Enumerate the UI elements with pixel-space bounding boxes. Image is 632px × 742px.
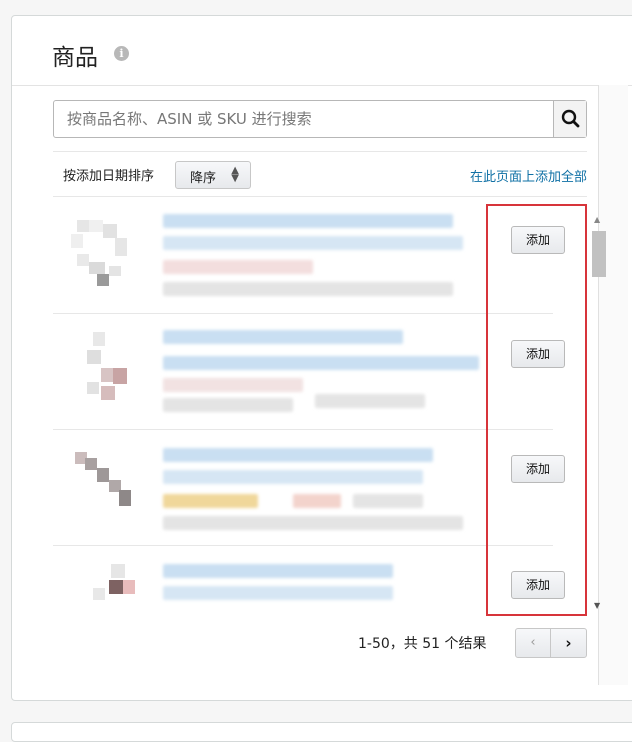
sort-bar: 按添加日期排序 降序 ▲ ▼ 在此页面上添加全部 (53, 151, 587, 197)
product-meta-blurred (163, 260, 313, 274)
add-buttons-highlight-box (486, 204, 587, 616)
product-row (53, 546, 553, 608)
info-icon[interactable]: i (114, 46, 129, 61)
product-title-blurred (163, 330, 403, 344)
list-scrollbar[interactable]: ▲ ▼ (591, 215, 607, 615)
next-section-card (11, 722, 632, 742)
product-title-blurred (163, 236, 463, 250)
scroll-up-arrow-icon[interactable]: ▲ (594, 215, 600, 224)
page-title: 商品 (52, 45, 98, 71)
search-box (53, 100, 587, 138)
pagination-summary: 1-50，共 51 个结果 (358, 636, 487, 652)
product-thumbnail (71, 220, 127, 286)
product-meta-blurred (163, 516, 463, 530)
product-row (53, 430, 553, 546)
product-meta-blurred (315, 394, 425, 408)
previous-page-button[interactable]: ‹ (516, 629, 551, 657)
product-title-blurred (163, 448, 433, 462)
product-meta-blurred (163, 282, 453, 296)
product-meta-blurred (163, 398, 293, 412)
sort-order-value: 降序 (190, 171, 217, 186)
pagination-controls: ‹ › (515, 628, 587, 658)
product-title-blurred (163, 356, 479, 370)
product-title-blurred (163, 214, 453, 228)
product-thumbnail (75, 452, 131, 506)
product-meta-blurred (353, 494, 423, 508)
product-title-blurred (163, 564, 393, 578)
product-thumbnail (93, 564, 135, 600)
product-row (53, 198, 553, 314)
search-button[interactable] (553, 101, 586, 137)
product-title-blurred (163, 470, 423, 484)
product-meta-blurred (293, 494, 341, 508)
product-row (53, 314, 553, 430)
card-header: 商品 i (12, 16, 632, 86)
product-title-blurred (163, 586, 393, 600)
scroll-thumb[interactable] (592, 231, 606, 277)
add-all-link[interactable]: 在此页面上添加全部 (470, 166, 587, 185)
search-input[interactable] (54, 101, 554, 137)
product-meta-blurred (163, 494, 258, 508)
next-page-button[interactable]: › (551, 629, 586, 657)
sort-order-select[interactable]: 降序 ▲ ▼ (175, 161, 251, 189)
scroll-down-arrow-icon[interactable]: ▼ (594, 601, 600, 610)
sort-arrows-icon: ▲ ▼ (231, 165, 239, 184)
sort-label: 按添加日期排序 (63, 169, 155, 184)
product-thumbnail (87, 332, 127, 400)
product-meta-blurred (163, 378, 303, 392)
search-icon (561, 109, 580, 128)
